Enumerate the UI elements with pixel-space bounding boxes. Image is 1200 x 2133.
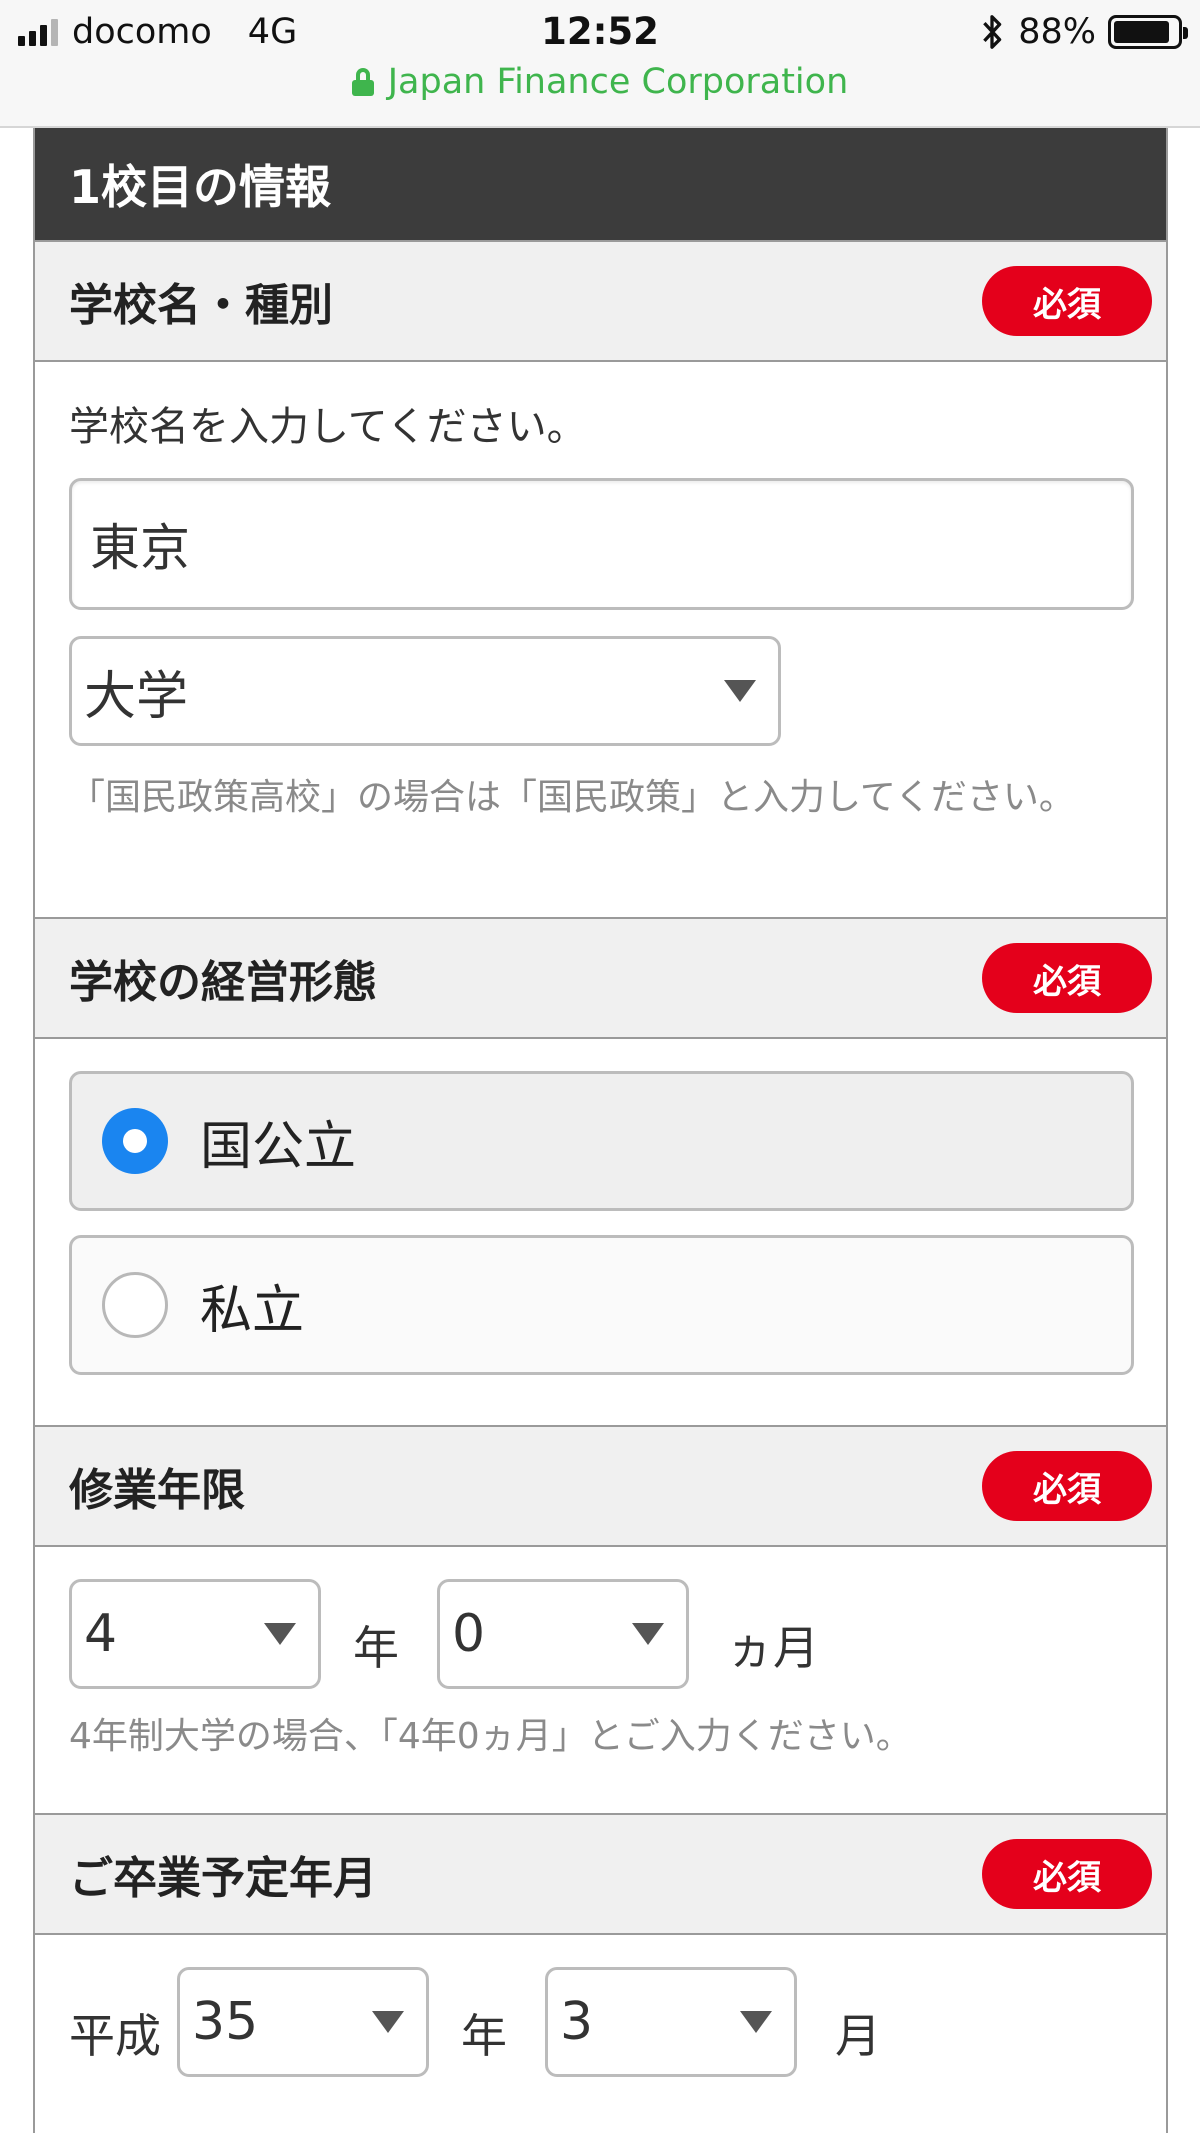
required-badge: 必須 <box>982 1839 1152 1909</box>
site-label: Japan Finance Corporation <box>387 62 849 102</box>
section-body-operation: 国公立 私立 <box>35 1039 1166 1425</box>
bluetooth-icon <box>983 15 1002 49</box>
months-unit: ヵ月 <box>727 1621 819 1675</box>
duration-note: 4年制大学の場合、「4年0ヵ月」とご入力ください。 <box>69 1716 912 1757</box>
chevron-down-icon <box>632 1623 664 1645</box>
section-title: ご卒業予定年月 <box>69 1853 377 1904</box>
radio-label: 国公立 <box>200 1116 357 1177</box>
years-select[interactable]: 4 <box>69 1579 321 1689</box>
graduation-year-value: 35 <box>192 1992 259 2052</box>
school-name-input[interactable]: 東京 <box>69 478 1134 610</box>
radio-unselected-icon <box>102 1272 168 1338</box>
era-label: 平成 <box>69 2009 161 2063</box>
section-title: 学校名・種別 <box>69 280 333 331</box>
battery-icon <box>1108 15 1188 49</box>
section-header-operation: 学校の経営形態 必須 <box>35 917 1166 1039</box>
battery-percent: 88% <box>1018 12 1096 52</box>
section-body-graduation: 平成 35 年 3 月 <box>35 1935 1166 2077</box>
section-header-school: 学校名・種別 必須 <box>35 240 1166 362</box>
graduation-year-unit: 年 <box>461 2009 507 2063</box>
graduation-month-value: 3 <box>560 1992 594 2052</box>
battery-level <box>1114 21 1169 43</box>
card-title: 1校目の情報 <box>35 128 1166 240</box>
months-value: 0 <box>452 1604 486 1664</box>
graduation-row: 平成 35 年 3 月 <box>69 1967 1132 2077</box>
school-info-card: 1校目の情報 学校名・種別 必須 学校名を入力してください。 東京 大学 「国民… <box>33 128 1168 2133</box>
lock-icon <box>351 68 374 96</box>
section-body-duration: 4 年 0 ヵ月 4年制大学の場合、「4年0ヵ月」とご入力ください。 <box>35 1547 1166 1813</box>
school-name-instruction: 学校名を入力してください。 <box>69 404 587 450</box>
section-header-duration: 修業年限 必須 <box>35 1425 1166 1547</box>
graduation-month-unit: 月 <box>835 2009 881 2063</box>
graduation-month-select[interactable]: 3 <box>545 1967 797 2077</box>
school-name-note: 「国民政策高校」の場合は「国民政策」と入力してください。 <box>69 777 1075 818</box>
required-badge: 必須 <box>982 1451 1152 1521</box>
chevron-down-icon <box>724 680 756 702</box>
required-badge: 必須 <box>982 266 1152 336</box>
chevron-down-icon <box>740 2011 772 2033</box>
months-select[interactable]: 0 <box>437 1579 689 1689</box>
radio-option-private[interactable]: 私立 <box>69 1235 1134 1375</box>
years-value: 4 <box>84 1604 118 1664</box>
section-title: 修業年限 <box>69 1465 245 1516</box>
chevron-down-icon <box>372 2011 404 2033</box>
section-title: 学校の経営形態 <box>69 957 377 1008</box>
section-header-graduation: ご卒業予定年月 必須 <box>35 1813 1166 1935</box>
school-type-select[interactable]: 大学 <box>69 636 781 746</box>
duration-row: 4 年 0 ヵ月 <box>69 1579 1132 1689</box>
status-right: 88% <box>978 10 1188 54</box>
address-bar[interactable]: Japan Finance Corporation <box>0 62 1200 102</box>
years-unit: 年 <box>353 1621 399 1675</box>
radio-label: 私立 <box>200 1280 305 1341</box>
graduation-year-select[interactable]: 35 <box>177 1967 429 2077</box>
chevron-down-icon <box>264 1623 296 1645</box>
status-bar: docomo 4G 12:52 88% Japan Finance Corpor… <box>0 0 1200 128</box>
school-type-value: 大学 <box>84 666 189 727</box>
radio-selected-icon <box>102 1108 168 1174</box>
required-badge: 必須 <box>982 943 1152 1013</box>
radio-option-public[interactable]: 国公立 <box>69 1071 1134 1211</box>
section-body-school: 学校名を入力してください。 東京 大学 「国民政策高校」の場合は「国民政策」と入… <box>35 362 1166 917</box>
